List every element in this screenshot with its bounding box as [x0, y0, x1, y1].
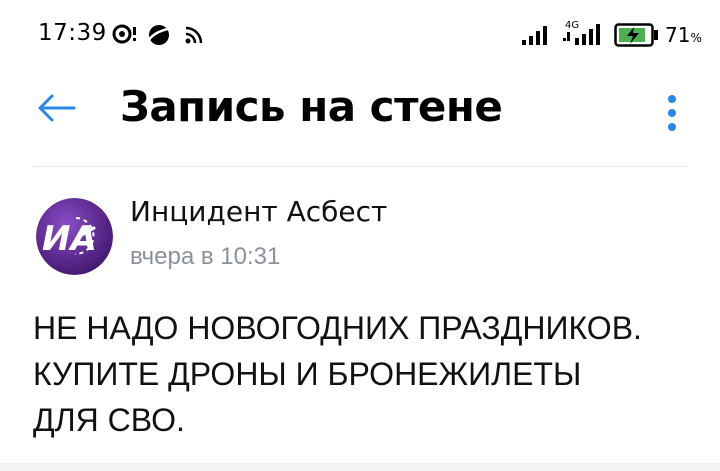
status-bar: 17:39 4G 71%: [0, 0, 720, 64]
signal-4g-icon: 4G: [563, 18, 603, 50]
battery-percent: 71%: [665, 23, 702, 47]
avatar[interactable]: ИА: [36, 198, 113, 275]
page-title: Запись на стене: [120, 82, 503, 131]
more-vertical-icon[interactable]: [664, 93, 680, 137]
post-text: НЕ НАДО НОВОГОДНИХ ПРАЗДНИКОВ. КУПИТЕ ДР…: [33, 310, 642, 438]
signal-icon: [522, 24, 552, 50]
post-timestamp[interactable]: вчера в 10:31: [130, 243, 280, 271]
back-arrow-icon[interactable]: [36, 93, 76, 127]
rss-icon: [184, 25, 204, 49]
post-author[interactable]: Инцидент Асбест: [130, 195, 387, 228]
status-time: 17:39: [38, 20, 107, 46]
network-type-label: 4G: [565, 20, 579, 31]
header-divider: [33, 166, 688, 167]
alarm-icon: [112, 24, 138, 48]
avatar-logo-text: ИА: [42, 219, 97, 259]
battery-charging-icon: [614, 22, 660, 52]
planet-icon: [146, 22, 172, 52]
section-separator: [0, 463, 720, 471]
